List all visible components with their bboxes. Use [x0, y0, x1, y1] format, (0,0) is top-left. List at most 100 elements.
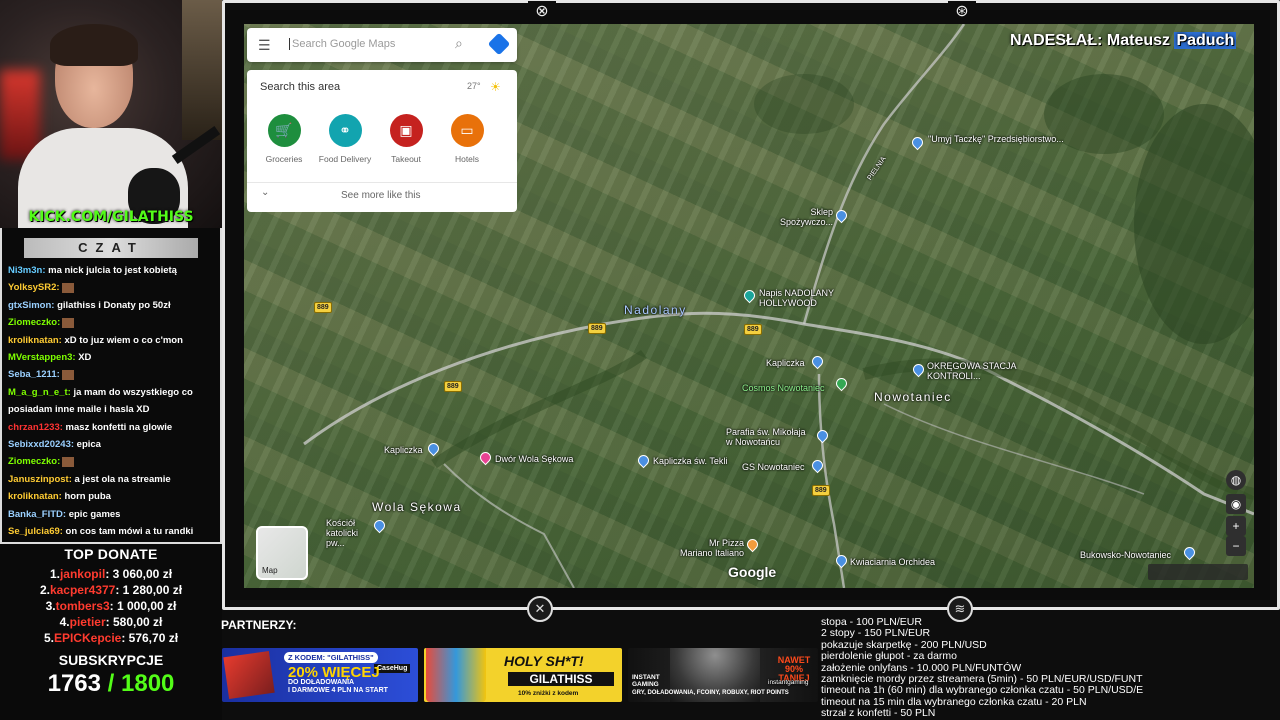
road-shield: 889 — [812, 485, 830, 496]
chat-message: Se_julcia69: on cos tam mówi a tu randki — [8, 523, 214, 540]
holy-banner: HOLY SH*T! GILATHISS 10% zniżki z kodem — [424, 648, 622, 702]
banner-line: I DARMOWE 4 PLN NA START — [288, 687, 388, 694]
directions-icon[interactable] — [487, 32, 511, 56]
donor-amount: : 1 280,00 zł — [115, 583, 183, 597]
maps-search-box[interactable]: ☰ Search Google Maps ⌕ — [247, 28, 517, 62]
zoom-out-button[interactable]: − — [1226, 536, 1246, 556]
top-donate-panel: TOP DONATE 1.jankopil: 3 060,00 zł 2.kacp… — [0, 544, 222, 720]
place-label[interactable]: Napis NADOLANY HOLLYWOOD — [759, 288, 869, 308]
donor-rank: 3. — [45, 599, 56, 613]
donor-row: 2.kacper4377: 1 280,00 zł — [0, 582, 222, 598]
subs-current: 1763 — [47, 670, 101, 697]
rule-line: pierdolenie głupot - za darmo — [821, 650, 957, 663]
chat-text: horn puba — [61, 491, 111, 503]
search-area-title[interactable]: Search this area — [260, 81, 340, 93]
globe-icon[interactable]: ◍ — [1226, 470, 1246, 490]
banner-code: Z KODEM: "GILATHISS" — [284, 652, 378, 663]
chat-message: Ziomeczko: — [8, 314, 214, 331]
my-location-icon[interactable]: ◉ — [1226, 494, 1246, 514]
chat-text: ma nick julcia to jest kobietą — [45, 265, 177, 276]
stream-overlay: KICK.COM/GILATHISS CZAT Ni3m3n: ma nick … — [0, 0, 1280, 720]
weather-sun-icon: ☀ — [490, 80, 501, 94]
webcam-feed: KICK.COM/GILATHISS — [0, 0, 222, 228]
search-input[interactable]: Search Google Maps — [289, 38, 395, 50]
chat-title: CZAT — [24, 238, 198, 258]
place-label[interactable]: Kwiaciarnia Orchidea — [850, 557, 935, 567]
crosshatch-logo-icon: ✕ — [527, 596, 553, 622]
chat-username: kroliknatan: — [8, 334, 62, 346]
donor-name: kacper4377 — [49, 583, 116, 597]
place-label[interactable]: Parafia św. Mikołaja w Nowotańcu — [726, 427, 814, 447]
place-label[interactable]: Sklep Spożywczo... — [777, 207, 833, 227]
shelf — [182, 0, 222, 140]
place-label[interactable]: Kapliczka — [384, 445, 423, 455]
chat-username: gtxSimon: — [8, 299, 55, 311]
chat-username: Ziomeczko: — [8, 317, 61, 329]
donation-rules: stopa - 100 PLN/EUR 2 stopy - 150 PLN/EUR… — [821, 616, 1143, 720]
banner-site: instantgaming — [768, 679, 809, 686]
chat-message: YolksySR2: — [8, 279, 214, 296]
place-label[interactable]: OKRĘGOWA STACJA KONTROLI... — [927, 361, 1022, 381]
place-label[interactable]: Mr Pizza Mariano Italiano — [674, 538, 744, 558]
zoom-in-button[interactable]: + — [1226, 516, 1246, 536]
chat-username: chrzan1233: — [8, 421, 63, 433]
gift-box-icon — [223, 651, 275, 699]
submitted-by-highlight: Paduch — [1174, 32, 1237, 49]
donor-row: 4.pietier: 580,00 zł — [0, 614, 222, 630]
category-groceries[interactable]: 🛒 Groceries — [254, 114, 314, 164]
submitted-by-label: NADESŁAŁ: Mateusz Paduch — [1010, 32, 1237, 50]
map-type-label: Map — [262, 566, 278, 575]
chat-text: gilathiss i Donaty po 50zł — [54, 299, 171, 311]
place-label[interactable]: Bukowsko-Nowotaniec — [1080, 550, 1171, 560]
place-label[interactable]: Dwór Wola Sękowa — [495, 454, 573, 464]
place-label[interactable]: Cosmos Nowotaniec — [742, 383, 825, 393]
banner-title: HOLY SH*T! — [504, 653, 584, 669]
chat-username: Se_julcia69: — [8, 526, 63, 538]
subs-title: SUBSKRYPCJE — [58, 652, 164, 668]
chat-text: a jest ola na streamie — [71, 473, 171, 485]
chat-username: Sebixxd20243: — [8, 439, 75, 451]
bed-icon: ▭ — [450, 114, 484, 147]
top-donate-title: TOP DONATE — [64, 546, 158, 562]
streamer-hair — [50, 24, 138, 66]
chat-text: XD — [75, 352, 92, 364]
place-label[interactable]: GS Nowotaniec — [742, 462, 805, 472]
place-label[interactable]: Kościół katolicki pw... — [326, 518, 374, 548]
target-logo-icon: ⊛ — [948, 1, 976, 23]
village-label-nadolany: Nadolany — [624, 303, 687, 317]
chat-username: Seba_1211: — [8, 369, 60, 381]
kick-channel-url: KICK.COM/GILATHISS — [28, 209, 194, 225]
place-label[interactable]: "Umyj Taczkę" Przedsiębiorstwo... — [928, 134, 1064, 144]
chat-username: Banka_FITD: — [8, 508, 67, 520]
category-food-delivery[interactable]: ⚭ Food Delivery — [315, 114, 375, 164]
chat-message: gtxSimon: gilathiss i Donaty po 50zł — [8, 297, 214, 314]
menu-icon[interactable]: ☰ — [258, 37, 271, 54]
chevron-down-icon[interactable]: ⌄ — [261, 187, 269, 198]
google-logo: Google — [728, 564, 777, 580]
category-takeout[interactable]: ▣ Takeout — [376, 114, 436, 164]
category-hotels[interactable]: ▭ Hotels — [437, 114, 497, 164]
banner-subtext: DO DOŁADOWANIA I DARMOWE 4 PLN NA START — [288, 679, 388, 695]
category-label: Hotels — [454, 154, 480, 164]
product-tins — [426, 648, 486, 702]
chat-username: YolksySR2: — [8, 282, 60, 294]
road-shield: 889 — [314, 302, 332, 313]
weather-temperature: 27° — [467, 81, 481, 91]
donor-amount: : 580,00 zł — [105, 615, 163, 629]
donor-name: tombers3 — [55, 599, 110, 613]
search-icon[interactable]: ⌕ — [455, 35, 463, 52]
chat-text: epica — [74, 439, 101, 451]
place-label[interactable]: Kapliczka — [766, 358, 805, 368]
map-type-toggle[interactable]: Map — [256, 526, 308, 580]
donor-rank: 5. — [43, 631, 54, 645]
casehug-banner: Z KODEM: "GILATHISS" CaseHug 20% WIĘCEJ … — [222, 648, 418, 702]
chat-text: masz konfetti na glowie — [62, 421, 173, 433]
category-label: Groceries — [265, 154, 303, 164]
emote-icon — [62, 317, 75, 328]
village-label-wola-sekowa: Wola Sękowa — [372, 500, 462, 514]
place-label[interactable]: Kapliczka św. Tekli — [653, 456, 727, 466]
see-more-link[interactable]: See more like this — [341, 190, 420, 201]
delivery-icon: ⚭ — [328, 114, 362, 147]
chat-messages: Ni3m3n: ma nick julcia to jest kobietą Yo… — [2, 262, 220, 541]
chat-username: Januszinpost: — [8, 473, 72, 485]
